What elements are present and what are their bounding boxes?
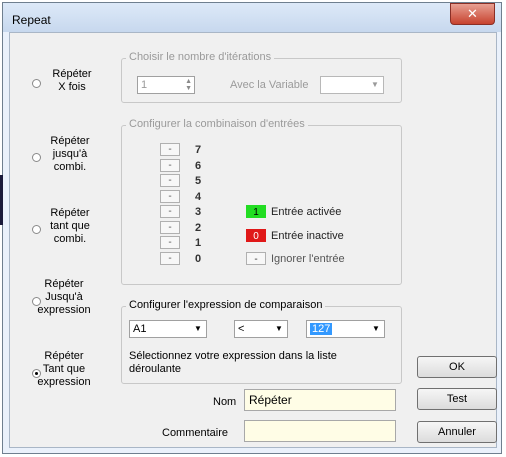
bit-6-toggle[interactable]: - — [160, 158, 180, 172]
bit-4-toggle[interactable]: - — [160, 189, 180, 203]
mode-label-1[interactable]: Répéter jusqu'à combi. — [42, 135, 98, 174]
iteration-count-spinner[interactable]: 1 ▲ ▼ — [137, 76, 195, 94]
mode-radio-0[interactable] — [32, 79, 41, 88]
mode-label-4[interactable]: Répéter Tant que expression — [36, 350, 92, 389]
operand2-select[interactable]: 127 ▼ — [306, 320, 385, 338]
bit-3-toggle[interactable]: - — [160, 205, 180, 218]
chevron-down-icon: ▼ — [194, 324, 202, 333]
comment-field[interactable] — [244, 420, 396, 442]
operator-select[interactable]: < ▼ — [234, 320, 288, 338]
title-bar[interactable] — [3, 3, 501, 32]
combination-group-title: Configurer la combinaison d'entrées — [126, 118, 308, 130]
legend-swatch-1: 0 — [246, 229, 266, 242]
operand1-value: A1 — [133, 323, 147, 335]
cancel-button[interactable]: Annuler — [417, 421, 497, 443]
bit-2-label: 2 — [195, 221, 202, 234]
chevron-down-icon: ▼ — [275, 324, 283, 333]
window-title: Repeat — [12, 13, 51, 27]
legend-label-0: Entrée activée — [271, 206, 342, 218]
legend-swatch-2: - — [246, 252, 266, 265]
mode-label-0[interactable]: Répéter X fois — [44, 68, 100, 94]
mode-radio-2[interactable] — [32, 225, 41, 234]
bit-5-label: 5 — [195, 175, 202, 187]
bit-1-toggle[interactable]: - — [160, 236, 180, 249]
variable-label: Avec la Variable — [230, 79, 309, 91]
operand1-select[interactable]: A1 ▼ — [129, 320, 207, 338]
bit-3-label: 3 — [195, 206, 202, 218]
ok-button[interactable]: OK — [417, 356, 497, 378]
comment-label: Commentaire — [162, 427, 229, 439]
bit-2-toggle[interactable]: - — [160, 220, 180, 234]
legend-label-1: Entrée inactive — [271, 230, 344, 242]
name-field[interactable]: Répéter — [244, 389, 396, 411]
bit-7-label: 7 — [195, 144, 202, 156]
bit-1-label: 1 — [195, 237, 202, 249]
bit-7-toggle[interactable]: - — [160, 143, 180, 156]
bit-0-toggle[interactable]: - — [160, 251, 180, 265]
bit-0-label: 0 — [195, 252, 202, 265]
legend-label-2: Ignorer l'entrée — [271, 253, 345, 265]
expression-group-title: Configurer l'expression de comparaison — [126, 299, 326, 311]
test-button[interactable]: Test — [417, 388, 497, 410]
chevron-down-icon: ▼ — [371, 80, 379, 89]
operand2-value: 127 — [310, 323, 333, 335]
bit-6-label: 6 — [195, 159, 202, 172]
operator-value: < — [238, 323, 245, 335]
bit-4-label: 4 — [195, 190, 202, 203]
chevron-down-icon: ▼ — [372, 324, 380, 333]
mode-label-2[interactable]: Répéter tant que combi. — [42, 207, 98, 246]
iteration-count-value: 1 — [141, 79, 148, 91]
mode-radio-1[interactable] — [32, 153, 41, 162]
iterations-group-title: Choisir le nombre d'itérations — [126, 51, 275, 63]
name-label: Nom — [213, 396, 237, 408]
expression-hint: Sélectionnez votre expression dans la li… — [129, 350, 337, 375]
bit-5-toggle[interactable]: - — [160, 174, 180, 187]
legend-swatch-0: 1 — [246, 205, 266, 218]
window-edge-accent — [0, 175, 3, 225]
mode-label-3[interactable]: Répéter Jusqu'à expression — [36, 278, 92, 317]
variable-select[interactable]: ▼ — [320, 76, 384, 94]
spinner-arrows-icon[interactable]: ▲ ▼ — [185, 78, 192, 92]
close-button[interactable]: ✕ — [450, 3, 495, 25]
